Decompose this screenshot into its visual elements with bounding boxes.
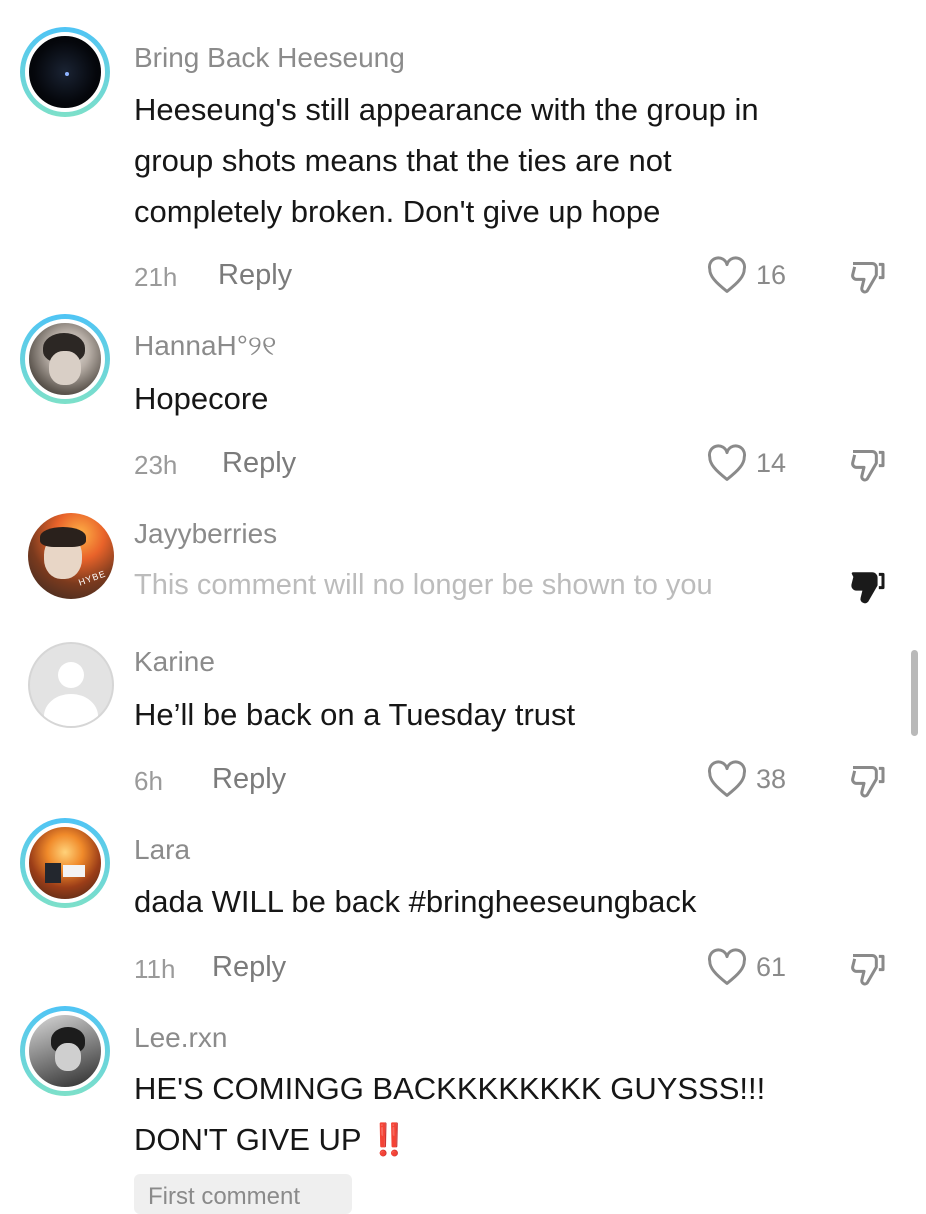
comment-username[interactable]: Lara — [134, 834, 190, 866]
thumbs-down-outline-icon[interactable] — [848, 948, 888, 988]
avatar[interactable] — [20, 818, 110, 908]
reply-button[interactable]: Reply — [212, 951, 286, 984]
thumbs-down-outline-icon[interactable] — [848, 444, 888, 484]
comment-username[interactable]: Jayyberries — [134, 518, 277, 550]
like-button[interactable]: 16 — [706, 256, 786, 294]
comment-text: Hopecore — [134, 381, 269, 416]
like-count: 61 — [756, 951, 787, 982]
heart-outline-icon — [708, 760, 746, 797]
like-count: 16 — [756, 259, 787, 290]
like-button[interactable]: 14 — [706, 444, 786, 482]
avatar[interactable] — [20, 27, 110, 117]
thumbs-down-outline-icon[interactable] — [848, 256, 888, 296]
hidden-comment-notice: This comment will no longer be shown to … — [134, 569, 713, 601]
comment-time: 21h — [134, 262, 178, 292]
like-count: 14 — [756, 447, 787, 478]
comment-text-body: HE'S COMINGG BACKKKKKKKK GUYSSS!!! DON'T… — [134, 1071, 766, 1157]
first-comment-badge: First comment — [134, 1174, 352, 1214]
heart-outline-icon — [708, 256, 746, 293]
scrollbar[interactable] — [911, 650, 918, 736]
like-button[interactable]: 38 — [706, 760, 786, 798]
comment-username[interactable]: HannaH°୨୧ — [134, 330, 276, 363]
reply-button[interactable]: Reply — [222, 447, 296, 480]
comment-time: 23h — [134, 450, 178, 480]
comment-username[interactable]: Lee.rxn — [134, 1022, 227, 1054]
reply-button[interactable]: Reply — [218, 259, 292, 292]
avatar[interactable] — [20, 314, 110, 404]
double-exclamation-emoji: ‼️ — [369, 1122, 409, 1157]
avatar[interactable]: HYBE — [28, 513, 114, 599]
avatar[interactable] — [20, 1006, 110, 1096]
comment-text: HE'S COMINGG BACKKKKKKKK GUYSSS!!! DON'T… — [134, 1063, 904, 1165]
comment-text: dada WILL be back #bringheeseungback — [134, 884, 697, 919]
avatar[interactable] — [28, 642, 114, 728]
thumbs-down-filled-icon[interactable] — [848, 566, 888, 606]
comment-username[interactable]: Bring Back Heeseung — [134, 42, 405, 74]
avatar-badge: HYBE — [77, 568, 108, 588]
like-count: 38 — [756, 763, 787, 794]
comment-text: He’ll be back on a Tuesday trust — [134, 697, 576, 732]
comment-time: 11h — [134, 954, 176, 984]
like-button[interactable]: 61 — [706, 948, 786, 986]
heart-outline-icon — [708, 444, 746, 481]
comment-time: 6h — [134, 766, 163, 796]
comment-text: Heeseung's still appearance with the gro… — [134, 92, 759, 229]
heart-outline-icon — [708, 948, 746, 985]
reply-button[interactable]: Reply — [212, 763, 286, 796]
thumbs-down-outline-icon[interactable] — [848, 760, 888, 800]
comment-username[interactable]: Karine — [134, 646, 215, 678]
